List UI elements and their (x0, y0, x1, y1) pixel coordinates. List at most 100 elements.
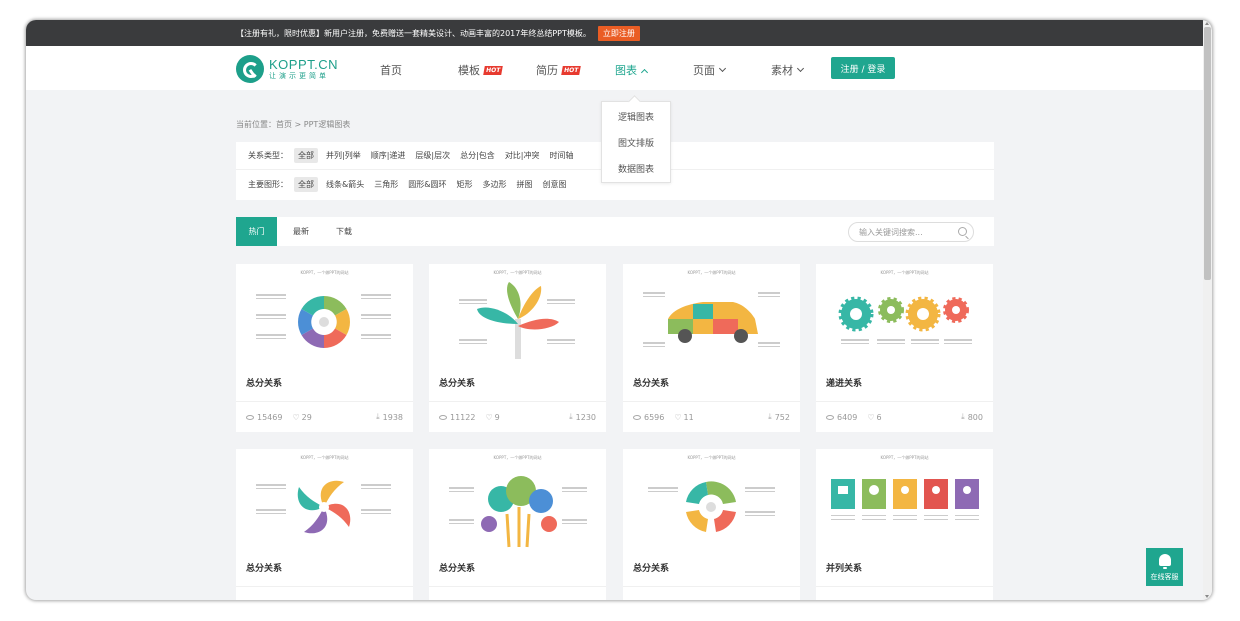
template-card[interactable]: KOPPT，一个做PPT的网站 总分关系 15469 ♡ 29 ⤓ 1938 (236, 264, 413, 432)
logo-icon (236, 55, 264, 83)
nav-resume[interactable]: 简历 HOT (536, 62, 582, 78)
site-logo[interactable]: KOPPT.CN 让演示更简单 (236, 55, 338, 83)
card-title[interactable]: 总分关系 (439, 376, 475, 389)
view-count: 6596 (644, 412, 665, 422)
online-service-label: 在线客服 (1150, 573, 1179, 581)
chevron-down-icon (796, 64, 805, 72)
card-title[interactable]: 总分关系 (633, 561, 669, 574)
filter-option[interactable]: 多边形 (483, 179, 507, 190)
promo-bar: 【注册有礼，限时优惠】新用户注册，免费赠送一套精美设计、动画丰富的2017年终总… (26, 20, 1212, 46)
filter-option[interactable]: 层级|层次 (415, 150, 450, 161)
heart-icon[interactable]: ♡ (485, 413, 492, 422)
thumbnail-caption: KOPPT，一个做PPT的网站 (300, 455, 349, 460)
filter-option[interactable]: 时间轴 (550, 150, 574, 161)
nav-templates[interactable]: 模板 HOT (458, 62, 504, 78)
card-stats (816, 586, 993, 600)
nav-materials[interactable]: 素材 (771, 62, 805, 78)
download-count: 752 (774, 412, 790, 422)
card-title[interactable]: 总分关系 (246, 561, 282, 574)
filter-option[interactable]: 线条&箭头 (326, 179, 364, 190)
filter-option[interactable]: 总分|包含 (460, 150, 495, 161)
hot-badge: HOT (483, 65, 504, 75)
scroll-up-arrow-icon[interactable] (1205, 22, 1209, 25)
filter-option[interactable]: 顺序|递进 (371, 150, 406, 161)
template-card[interactable]: KOPPT，一个做PPT的网站 总分关系 (623, 449, 800, 600)
card-title[interactable]: 递进关系 (826, 376, 862, 389)
search-icon[interactable] (958, 227, 967, 236)
card-thumbnail (449, 476, 587, 548)
dropdown-item-text-layout[interactable]: 图文排版 (602, 134, 670, 160)
card-title[interactable]: 总分关系 (246, 376, 282, 389)
tab-latest[interactable]: 最新 (286, 217, 316, 246)
card-title[interactable]: 并列关系 (826, 561, 862, 574)
nav-home[interactable]: 首页 (380, 62, 402, 78)
thumbnail-caption: KOPPT，一个做PPT的网站 (300, 270, 349, 275)
card-thumbnail (831, 479, 979, 520)
download-icon: ⤓ (961, 412, 965, 421)
logo-name: KOPPT.CN (269, 57, 339, 72)
chevron-down-icon (718, 64, 727, 72)
chevron-up-icon (640, 68, 649, 76)
like-count: 6 (876, 412, 882, 422)
search-input[interactable]: 输入关键词搜索... (848, 222, 974, 242)
template-card[interactable]: KOPPT，一个做PPT的网站 总分关系 (429, 449, 606, 600)
view-count: 11122 (450, 412, 476, 422)
thumbnail-caption: KOPPT，一个做PPT的网站 (880, 455, 929, 460)
download-icon: ⤓ (768, 412, 772, 421)
card-thumbnail (838, 296, 972, 344)
card-stats: 6409 ♡ 6 ⤓ 800 (816, 401, 993, 432)
download-icon: ⤓ (376, 412, 380, 421)
shape-filter-label: 主要图形： (248, 179, 288, 189)
tab-download[interactable]: 下载 (329, 217, 359, 246)
view-count: 6409 (837, 412, 858, 422)
card-thumbnail (648, 481, 775, 532)
filter-option[interactable]: 创意图 (543, 179, 567, 190)
card-stats: 15469 ♡ 29 ⤓ 1938 (236, 401, 413, 432)
card-stats: 6596 ♡ 11 ⤓ 752 (623, 401, 800, 432)
filter-option[interactable]: 拼图 (517, 179, 533, 190)
vertical-scrollbar[interactable] (1203, 20, 1212, 600)
register-now-button[interactable]: 立即注册 (597, 25, 640, 41)
nav-pages[interactable]: 页面 (693, 62, 727, 78)
register-login-button[interactable]: 注册 / 登录 (831, 57, 895, 79)
card-title[interactable]: 总分关系 (633, 376, 669, 389)
download-icon: ⤓ (569, 412, 573, 421)
filter-option[interactable]: 圆形&圆环 (408, 179, 446, 190)
filter-option[interactable]: 全部 (294, 148, 318, 163)
thumbnail-caption: KOPPT，一个做PPT的网站 (687, 270, 736, 275)
card-stats (623, 586, 800, 600)
template-card[interactable]: KOPPT，一个做PPT的网站 总分关系 (236, 449, 413, 600)
template-card[interactable]: KOPPT，一个做PPT的网站 递进关系 6409 ♡ 6 ⤓ 800 (816, 264, 993, 432)
dropdown-item-data-charts[interactable]: 数据图表 (602, 160, 670, 186)
template-card[interactable]: KOPPT，一个做PPT的网站 总分关系 6596 ♡ 11 ⤓ 752 (623, 264, 800, 432)
nav-charts[interactable]: 图表 (615, 62, 649, 78)
logo-slogan: 让演示更简单 (269, 72, 329, 80)
template-card[interactable]: KOPPT，一个做PPT的网站 总分关系 11122 ♡ 9 ⤓ 1230 (429, 264, 606, 432)
filter-option[interactable]: 三角形 (374, 179, 398, 190)
scroll-down-arrow-icon[interactable] (1205, 595, 1209, 598)
tab-hot[interactable]: 热门 (236, 217, 277, 246)
download-count: 1230 (575, 412, 596, 422)
filter-option[interactable]: 并列|列举 (326, 150, 361, 161)
filter-option[interactable]: 全部 (294, 176, 318, 192)
filter-option[interactable]: 对比|冲突 (505, 150, 540, 161)
card-title[interactable]: 总分关系 (439, 561, 475, 574)
card-stats: 11122 ♡ 9 ⤓ 1230 (429, 401, 606, 432)
breadcrumb: 当前位置：首页 > PPT逻辑图表 (236, 120, 351, 129)
eye-icon (633, 414, 641, 420)
heart-icon[interactable]: ♡ (867, 413, 874, 422)
view-count: 15469 (257, 412, 283, 422)
eye-icon (439, 414, 447, 420)
filter-option[interactable]: 矩形 (457, 179, 473, 190)
eye-icon (246, 414, 254, 420)
heart-icon[interactable]: ♡ (674, 413, 681, 422)
download-count: 800 (967, 412, 983, 422)
online-service-button[interactable]: 在线客服 (1146, 548, 1183, 586)
relation-filter-label: 关系类型： (248, 151, 288, 160)
card-thumbnail (256, 480, 391, 534)
dropdown-item-logic-charts[interactable]: 逻辑图表 (602, 108, 670, 134)
heart-icon[interactable]: ♡ (292, 413, 299, 422)
browser-viewport: 【注册有礼，限时优惠】新用户注册，免费赠送一套精美设计、动画丰富的2017年终总… (26, 20, 1212, 600)
template-card[interactable]: KOPPT，一个做PPT的网站 并列关系 (816, 449, 993, 600)
scrollbar-thumb[interactable] (1204, 27, 1211, 280)
